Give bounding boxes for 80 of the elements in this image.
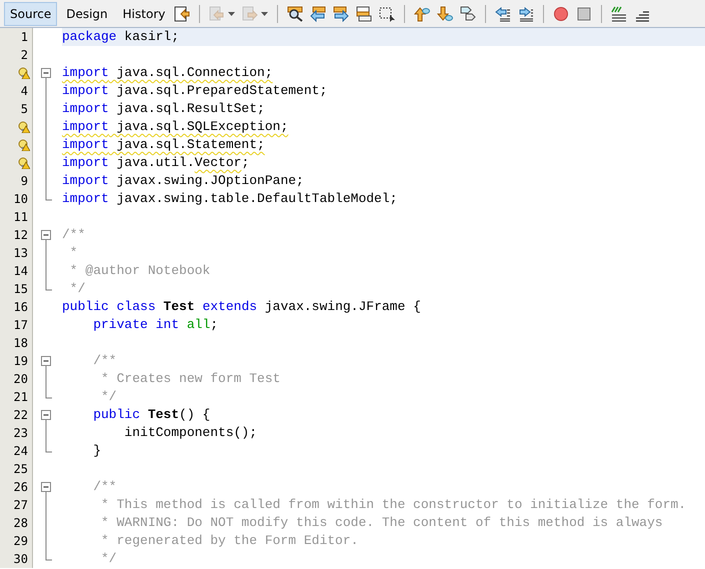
code-line: import javax.swing.JOptionPane; [62, 173, 304, 189]
code-line: import java.sql.PreparedStatement; [62, 83, 328, 99]
line-number: 20 [14, 372, 28, 386]
line-number: 9 [20, 174, 28, 188]
line-number: 17 [14, 318, 28, 332]
line-number: 5 [20, 102, 28, 116]
down-arrow-icon[interactable] [437, 6, 454, 22]
line-number: 18 [14, 336, 28, 350]
line-number: 4 [20, 84, 28, 98]
editor-tab[interactable]: Source [4, 2, 58, 26]
shift-right-icon[interactable] [518, 6, 534, 22]
code-line: import java.util.Vector; [62, 155, 250, 171]
stop-icon[interactable] [576, 6, 592, 22]
code-line: import javax.swing.table.DefaultTableModel; [62, 191, 398, 207]
line-number: 13 [14, 246, 28, 260]
line-number: 2 [20, 48, 28, 62]
fold-toggle[interactable] [41, 356, 51, 370]
fold-toggle[interactable] [41, 68, 51, 82]
code-line: public class Test extends javax.swing.JFrame { [62, 299, 421, 315]
editor-tab[interactable]: Design [60, 2, 114, 26]
code-line: import java.sql.SQLException; [62, 119, 288, 135]
code-line: /** [62, 227, 86, 243]
line-number: 10 [14, 192, 28, 206]
up-arrow-icon[interactable] [414, 6, 430, 22]
highlight-icon[interactable] [356, 6, 372, 22]
code-line: */ [100, 389, 117, 405]
code-line: * This method is called from within the constructor to initialize the form. [100, 497, 686, 513]
left-arrow-icon[interactable] [310, 6, 326, 22]
caret-icon[interactable] [228, 12, 236, 16]
line-number: 26 [14, 480, 28, 494]
warning-bulb-icon[interactable] [18, 139, 30, 151]
line-number: 16 [14, 300, 28, 314]
fold-toggle[interactable] [41, 230, 51, 244]
line-number: 21 [14, 390, 28, 404]
code-line: import java.sql.ResultSet; [62, 101, 265, 117]
code-line: package kasirl; [62, 29, 180, 45]
line-number: 23 [14, 426, 28, 440]
line-number: 27 [14, 498, 28, 512]
code-line: private int all; [92, 317, 218, 333]
warning-bulb-icon[interactable] [18, 67, 30, 79]
code-line: * Creates new form Test [100, 371, 280, 387]
line-number: 29 [14, 534, 28, 548]
warning-bulb-icon[interactable] [18, 121, 30, 133]
right-arrow-icon[interactable] [333, 6, 350, 22]
fold-toggle[interactable] [41, 482, 51, 496]
code-line: /** [92, 353, 117, 369]
code-line: initComponents(); [123, 425, 258, 441]
line-number: 19 [14, 354, 28, 368]
selection-icon[interactable] [379, 6, 396, 22]
line-number: 30 [14, 552, 28, 566]
code-line: public Test() { [92, 407, 210, 423]
code-line: import java.sql.Connection; [62, 65, 273, 81]
line-number: 25 [14, 462, 28, 476]
line-number: 12 [14, 228, 28, 242]
magnifier-icon[interactable] [287, 6, 304, 22]
code-line: import java.sql.Statement; [62, 137, 265, 153]
code-line: } [92, 443, 102, 459]
line-number: 24 [14, 444, 28, 458]
code-line: * WARNING: Do NOT modify this code. The content of this method is always [100, 515, 663, 531]
code-line: */ [68, 281, 86, 297]
bookmark-icon[interactable] [460, 6, 476, 22]
line-number: 1 [20, 30, 28, 44]
editor-tab[interactable]: History [116, 2, 172, 26]
code-line: /** [92, 479, 117, 495]
fold-toggle[interactable] [41, 410, 51, 424]
line-number: 28 [14, 516, 28, 530]
code-line: */ [100, 551, 117, 567]
line-number: 11 [14, 210, 28, 224]
code-line: * @author Notebook [68, 263, 210, 279]
record-icon[interactable] [553, 6, 570, 22]
shift-left-icon[interactable] [495, 6, 512, 22]
last-edit-icon[interactable] [174, 6, 190, 22]
line-number: 15 [14, 282, 28, 296]
warning-bulb-icon[interactable] [18, 157, 30, 169]
comment-icon[interactable] [611, 6, 628, 22]
code-line: * regenerated by the Form Editor. [100, 533, 358, 549]
code-line: * [68, 245, 78, 261]
line-number: 22 [14, 408, 28, 422]
caret-icon[interactable] [261, 12, 268, 16]
line-number: 14 [14, 264, 28, 278]
